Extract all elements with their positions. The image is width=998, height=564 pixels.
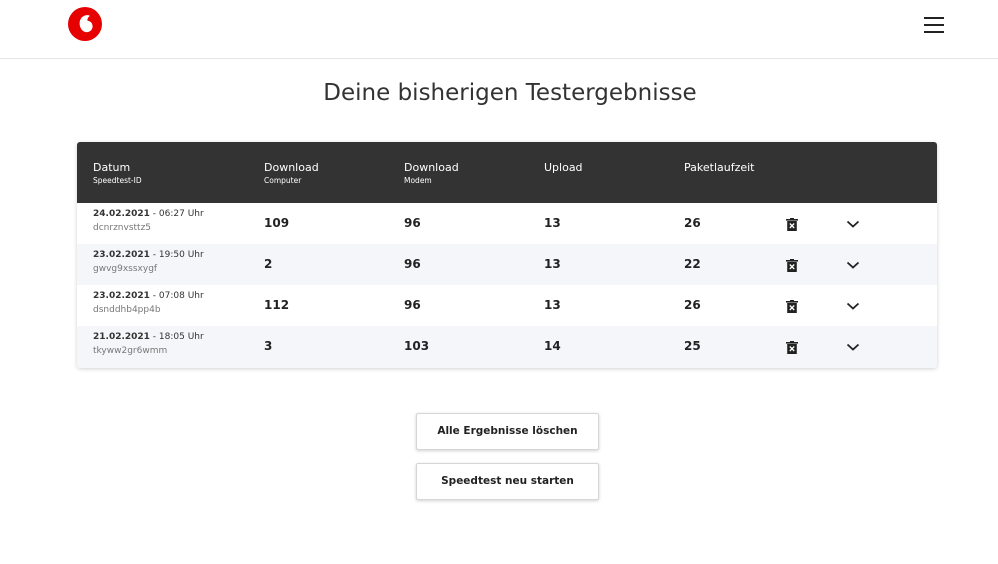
- chevron-down-icon[interactable]: [846, 301, 860, 311]
- column-header-download-computer: Download Computer: [264, 161, 319, 185]
- row-speedtest-id: gwvg9xssxygf: [93, 264, 158, 274]
- row-speedtest-id: dsnddhb4pp4b: [93, 305, 161, 315]
- vodafone-logo[interactable]: [68, 7, 102, 41]
- chevron-down-icon[interactable]: [846, 342, 860, 352]
- column-header-upload: Upload: [544, 161, 583, 174]
- column-header-download-modem: Download Modem: [404, 161, 459, 185]
- results-table: Datum Speedtest-ID Download Computer Dow…: [77, 142, 937, 368]
- trash-icon[interactable]: [786, 259, 798, 272]
- row-download-modem: 96: [404, 298, 421, 312]
- row-upload: 13: [544, 257, 561, 271]
- table-row: 21.02.2021 - 18:05 Uhr tkyww2gr6wmm 3 10…: [77, 326, 937, 368]
- table-row: 24.02.2021 - 06:27 Uhr dcnrznvsttz5 109 …: [77, 203, 937, 244]
- trash-icon[interactable]: [786, 341, 798, 354]
- row-date: 24.02.2021 - 06:27 Uhr: [93, 209, 204, 219]
- row-download-computer: 2: [264, 257, 273, 271]
- header: [0, 0, 998, 59]
- table-row: 23.02.2021 - 07:08 Uhr dsnddhb4pp4b 112 …: [77, 285, 937, 326]
- table-row: 23.02.2021 - 19:50 Uhr gwvg9xssxygf 2 96…: [77, 244, 937, 285]
- chevron-down-icon[interactable]: [846, 260, 860, 270]
- row-download-computer: 112: [264, 298, 290, 312]
- row-date: 23.02.2021 - 07:08 Uhr: [93, 291, 204, 301]
- row-download-modem: 96: [404, 216, 421, 230]
- row-upload: 13: [544, 216, 561, 230]
- row-date: 21.02.2021 - 18:05 Uhr: [93, 332, 204, 342]
- column-header-ping: Paketlaufzeit: [684, 161, 755, 174]
- row-download-computer: 3: [264, 339, 273, 353]
- trash-icon[interactable]: [786, 300, 798, 313]
- row-date: 23.02.2021 - 19:50 Uhr: [93, 250, 204, 260]
- page-title: Deine bisherigen Testergebnisse: [323, 80, 697, 106]
- column-header-date: Datum Speedtest-ID: [93, 161, 142, 185]
- trash-icon[interactable]: [786, 218, 798, 231]
- row-upload: 14: [544, 339, 561, 353]
- delete-all-results-button[interactable]: Alle Ergebnisse löschen: [416, 413, 599, 450]
- table-header: Datum Speedtest-ID Download Computer Dow…: [77, 142, 937, 203]
- row-speedtest-id: tkyww2gr6wmm: [93, 346, 168, 356]
- row-speedtest-id: dcnrznvsttz5: [93, 223, 152, 233]
- row-ping: 26: [684, 298, 701, 312]
- row-download-modem: 96: [404, 257, 421, 271]
- hamburger-menu-icon[interactable]: [924, 16, 944, 34]
- row-ping: 25: [684, 339, 701, 353]
- row-download-modem: 103: [404, 339, 430, 353]
- row-upload: 13: [544, 298, 561, 312]
- restart-speedtest-button[interactable]: Speedtest neu starten: [416, 463, 599, 500]
- row-ping: 22: [684, 257, 701, 271]
- row-ping: 26: [684, 216, 701, 230]
- chevron-down-icon[interactable]: [846, 219, 860, 229]
- row-download-computer: 109: [264, 216, 290, 230]
